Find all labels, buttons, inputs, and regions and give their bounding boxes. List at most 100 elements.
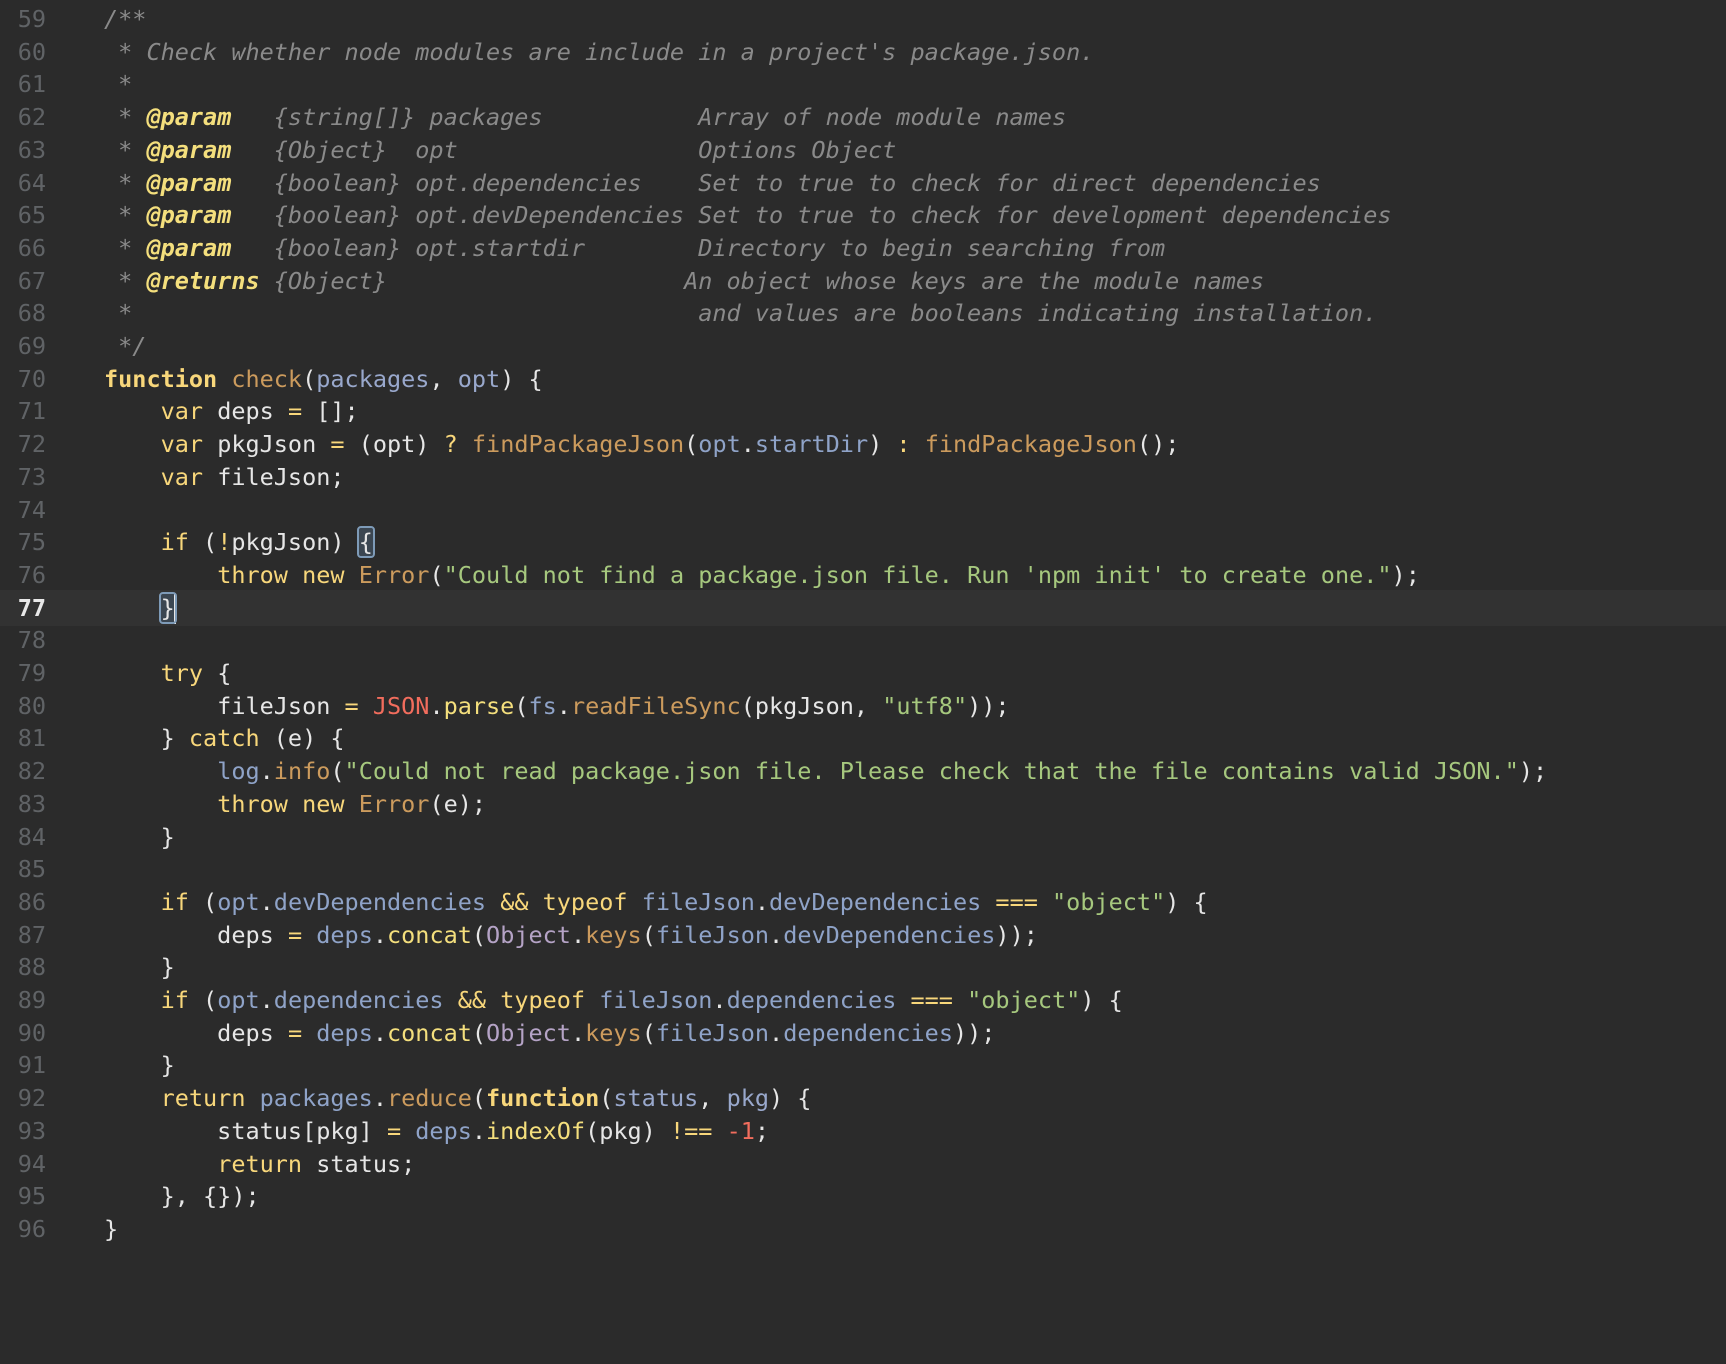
code-line[interactable]: 75 if (!pkgJson) { xyxy=(0,524,1726,560)
code-text[interactable]: * @param {boolean} opt.startdir Director… xyxy=(104,230,1165,266)
code-text[interactable]: } xyxy=(104,1211,118,1247)
code-line[interactable]: 69 */ xyxy=(0,328,1726,364)
code-token: @param xyxy=(146,135,232,164)
code-line[interactable]: 71 var deps = []; xyxy=(0,393,1726,429)
code-text[interactable]: function check(packages, opt) { xyxy=(104,361,543,397)
line-number: 84 xyxy=(17,822,46,851)
code-text[interactable]: var pkgJson = (opt) ? findPackageJson(op… xyxy=(104,426,1180,462)
code-text[interactable]: } xyxy=(104,590,177,626)
code-token: . xyxy=(740,430,755,459)
code-line[interactable]: 87 deps = deps.concat(Object.keys(fileJs… xyxy=(0,917,1726,953)
code-line[interactable]: 88 } xyxy=(0,949,1726,985)
line-number: 88 xyxy=(17,953,46,982)
code-text[interactable]: /** xyxy=(104,1,146,37)
code-line[interactable]: 81 } catch (e) { xyxy=(0,720,1726,756)
line-number: 92 xyxy=(17,1084,46,1113)
code-line[interactable]: 61 * xyxy=(0,66,1726,102)
code-line[interactable]: 66 * @param {boolean} opt.startdir Direc… xyxy=(0,230,1726,266)
code-line[interactable]: 63 * @param {Object} opt Options Object xyxy=(0,132,1726,168)
code-token: typeof xyxy=(542,887,628,916)
code-text[interactable]: * and values are booleans indicating ins… xyxy=(104,295,1377,331)
code-token: ( xyxy=(684,430,699,459)
code-line[interactable]: 84 } xyxy=(0,819,1726,855)
code-text[interactable]: } xyxy=(104,949,175,985)
code-line[interactable]: 62 * @param {string[]} packages Array of… xyxy=(0,99,1726,135)
code-text[interactable]: } catch (e) { xyxy=(104,720,345,756)
code-text[interactable]: * @returns {Object} An object whose keys… xyxy=(104,263,1264,299)
code-line[interactable]: 59 /** xyxy=(0,1,1726,37)
code-line[interactable]: 92 return packages.reduce(function(statu… xyxy=(0,1080,1726,1116)
code-token: reduce xyxy=(386,1084,472,1113)
code-text[interactable]: * @param {string[]} packages Array of no… xyxy=(104,99,1066,135)
code-line[interactable]: 70 function check(packages, opt) { xyxy=(0,361,1726,397)
code-line[interactable]: 77 } xyxy=(0,589,1726,626)
code-text[interactable]: return packages.reduce(function(status, … xyxy=(104,1080,812,1116)
code-token: ( xyxy=(471,1018,487,1047)
code-text[interactable]: if (opt.dependencies && typeof fileJson.… xyxy=(104,982,1123,1018)
code-line[interactable]: 68 * and values are booleans indicating … xyxy=(0,295,1726,331)
code-text[interactable]: if (!pkgJson) { xyxy=(104,524,375,560)
code-line[interactable]: 79 try { xyxy=(0,655,1726,691)
code-line[interactable]: 60 * Check whether node modules are incl… xyxy=(0,34,1726,70)
code-line[interactable]: 85 xyxy=(0,851,1726,887)
code-line[interactable]: 90 deps = deps.concat(Object.keys(fileJs… xyxy=(0,1015,1726,1051)
code-line[interactable]: 65 * @param {boolean} opt.devDependencie… xyxy=(0,197,1726,233)
code-token: . xyxy=(754,887,770,916)
line-number: 77 xyxy=(17,593,46,622)
code-text[interactable]: if (opt.devDependencies && typeof fileJs… xyxy=(104,884,1208,920)
code-text[interactable]: } xyxy=(104,819,175,855)
code-token: packages xyxy=(316,364,430,393)
code-text[interactable]: * @param {Object} opt Options Object xyxy=(104,132,896,168)
code-line[interactable]: 73 var fileJson; xyxy=(0,459,1726,495)
code-line[interactable]: 86 if (opt.devDependencies && typeof fil… xyxy=(0,884,1726,920)
code-line[interactable]: 91 } xyxy=(0,1047,1726,1083)
code-line[interactable]: 83 throw new Error(e); xyxy=(0,786,1726,822)
matched-brace: { xyxy=(356,526,375,559)
code-text[interactable]: status[pkg] = deps.indexOf(pkg) !== -1; xyxy=(104,1113,769,1149)
code-text[interactable]: * Check whether node modules are include… xyxy=(104,34,1094,70)
code-token: deps xyxy=(316,920,373,949)
code-text[interactable]: deps = deps.concat(Object.keys(fileJson.… xyxy=(104,1015,995,1051)
code-token: deps xyxy=(316,1018,373,1047)
code-token: indexOf xyxy=(486,1116,586,1145)
code-line[interactable]: 89 if (opt.dependencies && typeof fileJs… xyxy=(0,982,1726,1018)
code-token: pkgJson xyxy=(203,430,331,459)
code-text[interactable]: * xyxy=(104,66,132,102)
code-text[interactable]: }, {}); xyxy=(104,1178,260,1214)
code-text[interactable]: throw new Error(e); xyxy=(104,786,486,822)
code-text[interactable]: fileJson = JSON.parse(fs.readFileSync(pk… xyxy=(104,688,1009,724)
code-token: . xyxy=(556,691,571,720)
code-text[interactable]: log.info("Could not read package.json fi… xyxy=(104,753,1547,789)
code-line[interactable]: 72 var pkgJson = (opt) ? findPackageJson… xyxy=(0,426,1726,462)
code-text[interactable]: * @param {boolean} opt.devDependencies S… xyxy=(104,197,1391,233)
code-text[interactable]: var fileJson; xyxy=(104,459,345,495)
code-line[interactable]: 78 xyxy=(0,622,1726,658)
code-token: */ xyxy=(104,332,147,360)
code-line[interactable]: 74 xyxy=(0,492,1726,528)
code-line[interactable]: 80 fileJson = JSON.parse(fs.readFileSync… xyxy=(0,688,1726,724)
code-text[interactable]: * @param {boolean} opt.dependencies Set … xyxy=(104,165,1321,201)
code-editor[interactable]: 59/** 60 * Check whether node modules are… xyxy=(0,0,1726,1364)
code-line[interactable]: 95 }, {}); xyxy=(0,1178,1726,1214)
code-line[interactable]: 64 * @param {boolean} opt.dependencies S… xyxy=(0,165,1726,201)
code-text[interactable]: */ xyxy=(104,328,146,364)
code-text[interactable]: deps = deps.concat(Object.keys(fileJson.… xyxy=(104,917,1038,953)
line-number: 63 xyxy=(17,135,46,164)
code-line[interactable]: 76 throw new Error("Could not find a pac… xyxy=(0,557,1726,593)
code-text[interactable]: throw new Error("Could not find a packag… xyxy=(104,557,1420,593)
code-line[interactable]: 94 return status; xyxy=(0,1146,1726,1182)
code-token: opt xyxy=(217,887,260,916)
code-line[interactable]: 82 log.info("Could not read package.json… xyxy=(0,753,1726,789)
code-token: deps xyxy=(104,920,288,949)
code-line[interactable]: 96} xyxy=(0,1211,1726,1247)
code-text[interactable]: var deps = []; xyxy=(104,393,359,429)
code-token: info xyxy=(273,757,331,786)
code-text[interactable]: return status; xyxy=(104,1146,415,1182)
code-line[interactable]: 67 * @returns {Object} An object whose k… xyxy=(0,263,1726,299)
code-text[interactable]: try { xyxy=(104,655,232,691)
code-text[interactable]: } xyxy=(104,1047,175,1083)
code-line[interactable]: 93 status[pkg] = deps.indexOf(pkg) !== -… xyxy=(0,1113,1726,1149)
